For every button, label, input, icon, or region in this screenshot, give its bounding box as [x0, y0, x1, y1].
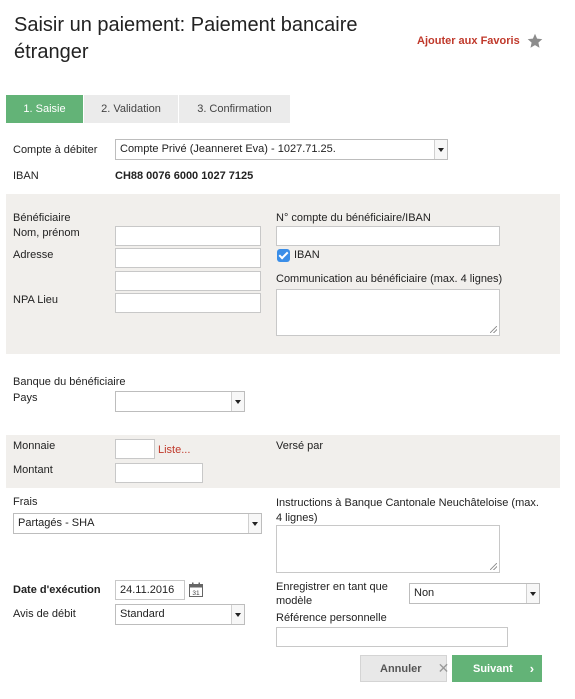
- bank-section-label: Banque du bénéficiaire: [13, 376, 126, 388]
- iban-checkbox[interactable]: [277, 249, 290, 262]
- beneficiary-npa-label: NPA Lieu: [13, 294, 59, 306]
- beneficiary-address-input-1[interactable]: [115, 248, 261, 268]
- beneficiary-name-input[interactable]: [115, 226, 261, 246]
- save-template-value: Non: [414, 587, 435, 599]
- save-template-label: Enregistrer en tant que modèle: [276, 581, 388, 607]
- add-favorites-label: Ajouter aux Favoris: [417, 35, 520, 47]
- svg-text:31: 31: [192, 590, 200, 597]
- add-favorites-link[interactable]: Ajouter aux Favoris: [417, 33, 543, 49]
- paid-by-label: Versé par: [276, 440, 324, 452]
- bank-country-select[interactable]: [115, 391, 245, 412]
- cancel-button-label: Annuler: [380, 662, 422, 675]
- debit-iban-value: CH88 0076 6000 1027 7125: [115, 170, 254, 182]
- step-validation[interactable]: 2. Validation: [84, 95, 179, 123]
- debit-notice-label: Avis de débit: [13, 608, 76, 620]
- beneficiary-npa-input[interactable]: [115, 293, 261, 313]
- execution-date-input[interactable]: [115, 580, 185, 600]
- chevron-down-icon: [231, 392, 244, 411]
- step-saisie[interactable]: 1. Saisie: [6, 95, 84, 123]
- beneficiary-address-label: Adresse: [13, 249, 54, 261]
- fees-label: Frais: [13, 496, 38, 508]
- beneficiary-account-label: N° compte du bénéficiaire/IBAN: [276, 212, 431, 224]
- chevron-down-icon: [526, 584, 539, 603]
- debit-notice-value: Standard: [120, 608, 165, 620]
- communication-label: Communication au bénéficiaire (max. 4 li…: [276, 273, 503, 285]
- chevron-right-icon: ›: [529, 661, 535, 676]
- chevron-down-icon: [231, 605, 244, 624]
- communication-textarea[interactable]: [276, 289, 500, 336]
- fees-select[interactable]: Partagés - SHA: [13, 513, 262, 534]
- bank-country-label: Pays: [13, 392, 38, 404]
- calendar-icon[interactable]: 31: [189, 582, 203, 597]
- personal-ref-label: Référence personnelle: [276, 612, 387, 624]
- iban-checkbox-label: IBAN: [294, 249, 320, 261]
- save-template-select[interactable]: Non: [409, 583, 540, 604]
- chevron-down-icon: [248, 514, 261, 533]
- fees-value: Partagés - SHA: [18, 517, 95, 529]
- debit-account-label: Compte à débiter: [13, 144, 98, 156]
- page-title: Saisir un paiement: Paiement bancaire ét…: [14, 14, 358, 63]
- step-tabs: 1. Saisie 2. Validation 3. Confirmation: [6, 95, 291, 123]
- beneficiary-section-label: Bénéficiaire: [13, 212, 71, 224]
- debit-iban-label: IBAN: [13, 170, 39, 182]
- currency-label: Monnaie: [13, 440, 56, 452]
- debit-account-value: Compte Privé (Jeanneret Eva) - 1027.71.2…: [120, 143, 336, 155]
- amount-label: Montant: [13, 464, 53, 476]
- instructions-label: Instructions à Banque Cantonale Neuchâte…: [276, 497, 539, 524]
- next-button-label: Suivant: [473, 662, 513, 675]
- next-button[interactable]: Suivant ›: [452, 655, 542, 682]
- cancel-button[interactable]: Annuler ✕: [360, 655, 450, 682]
- execution-date-label: Date d'exécution: [13, 584, 101, 596]
- debit-account-select[interactable]: Compte Privé (Jeanneret Eva) - 1027.71.2…: [115, 139, 448, 160]
- step-confirmation[interactable]: 3. Confirmation: [179, 95, 291, 123]
- close-icon: ✕: [437, 660, 450, 676]
- beneficiary-name-label: Nom, prénom: [13, 227, 80, 239]
- instructions-textarea[interactable]: [276, 525, 500, 573]
- currency-input[interactable]: [115, 439, 155, 459]
- personal-ref-input[interactable]: [276, 627, 508, 647]
- beneficiary-address-input-2[interactable]: [115, 271, 261, 291]
- currency-list-link[interactable]: Liste...: [158, 444, 190, 456]
- star-icon: [527, 33, 543, 48]
- debit-notice-select[interactable]: Standard: [115, 604, 245, 625]
- amount-input[interactable]: [115, 463, 203, 483]
- chevron-down-icon: [434, 140, 447, 159]
- beneficiary-account-input[interactable]: [276, 226, 500, 246]
